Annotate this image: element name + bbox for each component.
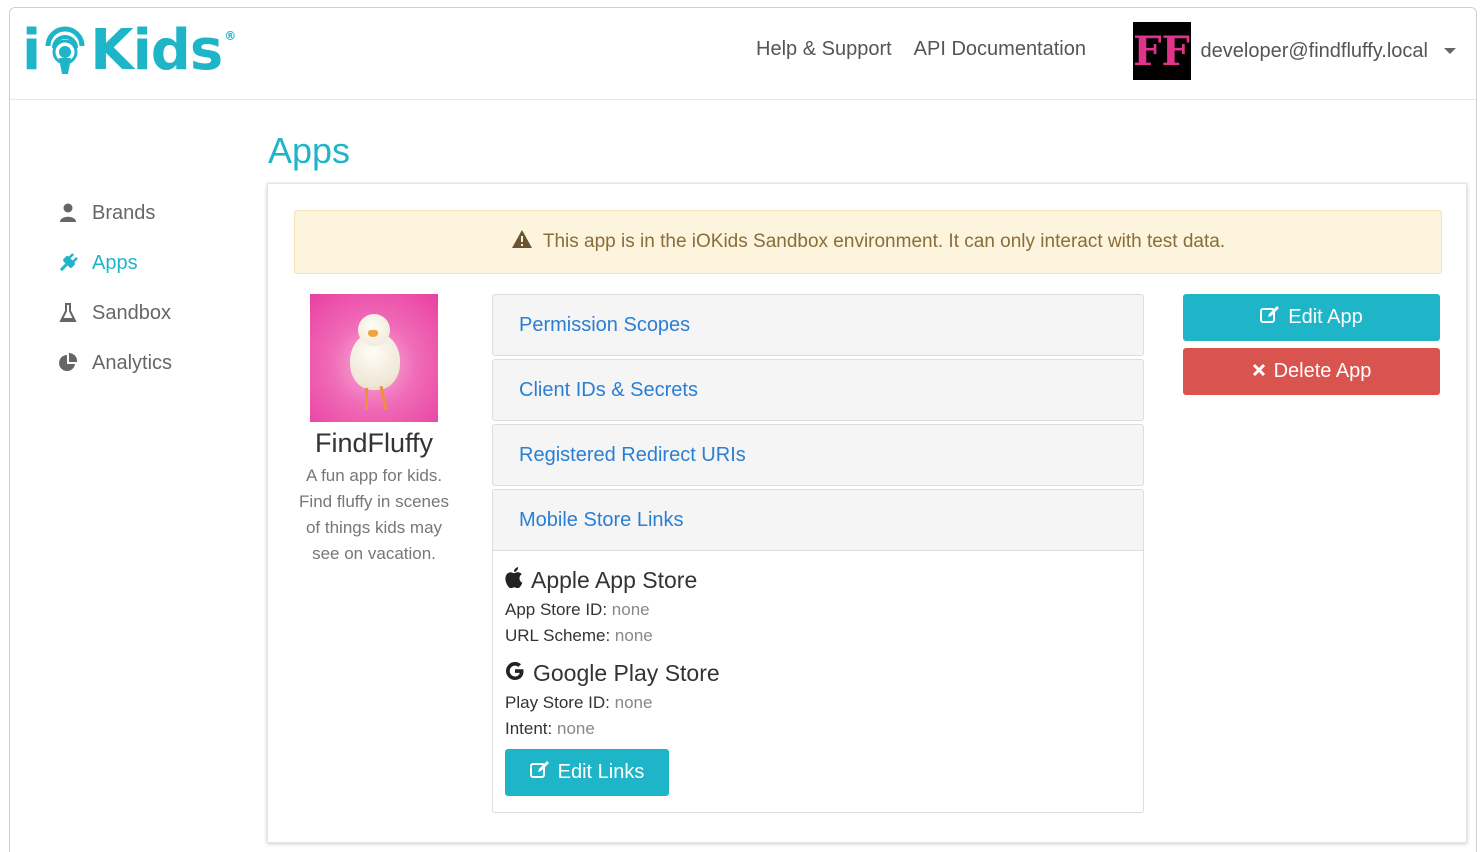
google-icon bbox=[505, 660, 525, 687]
iokids-logo[interactable]: i Kids ® bbox=[22, 17, 236, 83]
app-window: i Kids ® Help & Support API Documentatio… bbox=[9, 7, 1477, 852]
logo-text-left: i bbox=[22, 17, 41, 83]
logo-text-right: Kids bbox=[90, 17, 223, 83]
app-detail-panel: This app is in the iOKids Sandbox enviro… bbox=[267, 183, 1467, 843]
sandbox-alert: This app is in the iOKids Sandbox enviro… bbox=[294, 210, 1442, 274]
registered-mark: ® bbox=[224, 29, 236, 43]
top-header: i Kids ® Help & Support API Documentatio… bbox=[10, 8, 1476, 100]
edit-links-label: Edit Links bbox=[557, 761, 645, 783]
sidebar-item-label: Brands bbox=[92, 201, 156, 224]
pie-chart-icon bbox=[56, 353, 80, 373]
sidebar-nav: Brands Apps Sandbox Analytics bbox=[56, 188, 172, 388]
edit-app-label: Edit App bbox=[1288, 306, 1363, 328]
accordion-label: Registered Redirect URIs bbox=[519, 443, 746, 466]
close-icon bbox=[1252, 360, 1266, 383]
warning-icon bbox=[511, 229, 533, 255]
avatar: FF bbox=[1132, 22, 1191, 80]
edit-links-button[interactable]: Edit Links bbox=[505, 749, 669, 796]
alert-text: This app is in the iOKids Sandbox enviro… bbox=[542, 231, 1226, 252]
accordion-mobile-store-links[interactable]: Mobile Store Links bbox=[492, 489, 1144, 551]
url-scheme-row: URL Scheme: none bbox=[505, 626, 1131, 646]
avatar-initials: FF bbox=[1133, 27, 1190, 75]
sidebar-item-analytics[interactable]: Analytics bbox=[56, 338, 172, 388]
intent-label: Intent: bbox=[505, 719, 553, 738]
app-name: FindFluffy bbox=[314, 428, 434, 458]
google-store-label: Google Play Store bbox=[533, 660, 720, 686]
intent-row: Intent: none bbox=[505, 719, 1131, 739]
delete-app-button[interactable]: Delete App bbox=[1183, 348, 1440, 395]
play-store-id-row: Play Store ID: none bbox=[505, 693, 1131, 713]
user-email[interactable]: developer@findfluffy.local bbox=[1201, 40, 1428, 63]
sidebar-item-apps[interactable]: Apps bbox=[56, 238, 172, 288]
accordion-label: Permission Scopes bbox=[519, 313, 691, 336]
accordion-client-ids-secrets[interactable]: Client IDs & Secrets bbox=[492, 359, 1144, 421]
apple-store-title: Apple App Store bbox=[505, 567, 1131, 594]
apple-store-label: Apple App Store bbox=[531, 567, 698, 593]
plug-icon bbox=[56, 252, 80, 274]
sidebar-item-label: Apps bbox=[92, 251, 138, 274]
sidebar-item-sandbox[interactable]: Sandbox bbox=[56, 288, 172, 338]
app-settings-accordion: Permission Scopes Client IDs & Secrets R… bbox=[492, 294, 1144, 813]
app-image bbox=[310, 294, 438, 422]
edit-icon bbox=[529, 760, 550, 785]
delete-app-label: Delete App bbox=[1273, 360, 1372, 382]
user-menu[interactable]: FF developer@findfluffy.local bbox=[1132, 22, 1456, 80]
sidebar-item-brands[interactable]: Brands bbox=[56, 188, 172, 238]
apple-icon bbox=[505, 567, 523, 594]
app-actions: Edit App Delete App bbox=[1183, 294, 1440, 395]
edit-icon bbox=[1260, 305, 1280, 330]
broadcast-icon bbox=[42, 24, 88, 76]
url-scheme-label: URL Scheme: bbox=[505, 626, 611, 645]
edit-app-button[interactable]: Edit App bbox=[1183, 294, 1440, 341]
google-store-title: Google Play Store bbox=[505, 660, 1131, 687]
google-store-block: Google Play Store Play Store ID: none In… bbox=[505, 660, 1131, 739]
accordion-label: Client IDs & Secrets bbox=[519, 378, 698, 401]
apple-store-block: Apple App Store App Store ID: none URL S… bbox=[505, 567, 1131, 646]
page-title: Apps bbox=[268, 130, 351, 171]
app-description: A fun app for kids. Find fluffy in scene… bbox=[299, 466, 449, 563]
accordion-label: Mobile Store Links bbox=[519, 508, 684, 531]
accordion-permission-scopes[interactable]: Permission Scopes bbox=[492, 294, 1144, 356]
sidebar-item-label: Sandbox bbox=[92, 301, 171, 324]
sidebar-item-label: Analytics bbox=[92, 351, 173, 374]
api-documentation-link[interactable]: API Documentation bbox=[914, 38, 1086, 61]
app-store-id-row: App Store ID: none bbox=[505, 600, 1131, 620]
url-scheme-value: none bbox=[614, 626, 653, 645]
header-nav: Help & Support API Documentation bbox=[756, 38, 1086, 61]
accordion-redirect-uris[interactable]: Registered Redirect URIs bbox=[492, 424, 1144, 486]
chevron-down-icon[interactable] bbox=[1444, 48, 1456, 54]
app-summary: FindFluffy A fun app for kids. Find fluf… bbox=[294, 294, 454, 567]
mobile-store-links-body: Apple App Store App Store ID: none URL S… bbox=[492, 551, 1144, 813]
play-store-id-label: Play Store ID: bbox=[505, 693, 610, 712]
help-support-link[interactable]: Help & Support bbox=[756, 38, 892, 61]
play-store-id-value: none bbox=[614, 693, 653, 712]
app-store-id-value: none bbox=[611, 600, 650, 619]
user-icon bbox=[56, 203, 80, 223]
intent-value: none bbox=[557, 719, 595, 738]
app-store-id-label: App Store ID: bbox=[505, 600, 608, 619]
flask-icon bbox=[56, 303, 80, 323]
